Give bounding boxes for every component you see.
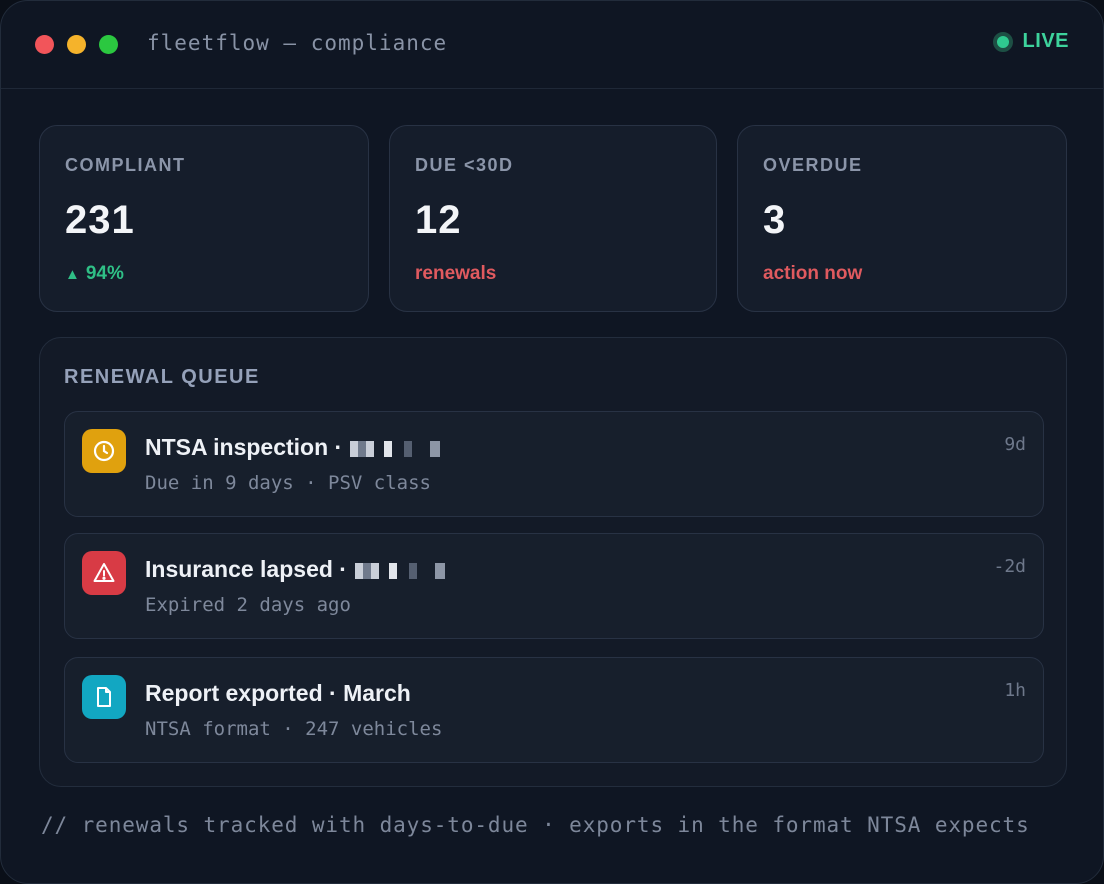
renewal-queue: RENEWAL QUEUE NTSA inspection · Due in 9… bbox=[39, 337, 1067, 787]
stat-value: 3 bbox=[763, 198, 787, 242]
document-icon bbox=[82, 675, 126, 719]
stat-label: OVERDUE bbox=[763, 155, 863, 175]
queue-item-title-text: Report exported · March bbox=[145, 680, 411, 706]
app-window: fleetflow — compliance LIVE COMPLIANT 23… bbox=[0, 0, 1104, 884]
close-window-button[interactable] bbox=[35, 35, 54, 54]
queue-item-title: NTSA inspection · bbox=[145, 434, 445, 461]
stat-trend: ▲ 94% bbox=[65, 263, 124, 285]
minimize-window-button[interactable] bbox=[67, 35, 86, 54]
queue-item-time: -2d bbox=[993, 556, 1026, 577]
queue-item-title-text: NTSA inspection · bbox=[145, 434, 343, 460]
stat-card-compliant: COMPLIANT 231 ▲ 94% bbox=[39, 125, 369, 312]
stat-card-overdue: OVERDUE 3 action now bbox=[737, 125, 1067, 312]
stat-label: COMPLIANT bbox=[65, 155, 186, 175]
stat-sub: action now bbox=[763, 263, 863, 284]
queue-item-time: 9d bbox=[1004, 434, 1026, 455]
stat-label: DUE <30D bbox=[415, 155, 514, 175]
queue-item-subtitle: Expired 2 days ago bbox=[145, 594, 351, 616]
stat-value: 12 bbox=[415, 198, 462, 242]
title-bar: fleetflow — compliance LIVE bbox=[1, 1, 1103, 89]
live-label: LIVE bbox=[1022, 30, 1069, 52]
queue-item[interactable]: Insurance lapsed · Expired 2 days ago -2… bbox=[64, 533, 1044, 639]
queue-item[interactable]: NTSA inspection · Due in 9 days · PSV cl… bbox=[64, 411, 1044, 517]
queue-item[interactable]: Report exported · March NTSA format · 24… bbox=[64, 657, 1044, 763]
stat-card-due: DUE <30D 12 renewals bbox=[389, 125, 717, 312]
stat-trend-value: 94% bbox=[85, 263, 124, 284]
live-status: LIVE bbox=[992, 30, 1069, 53]
queue-item-title-text: Insurance lapsed · bbox=[145, 556, 347, 582]
live-indicator-icon bbox=[992, 31, 1013, 52]
footer-comment: // renewals tracked with days-to-due · e… bbox=[41, 813, 1030, 837]
maximize-window-button[interactable] bbox=[99, 35, 118, 54]
trend-up-icon: ▲ bbox=[65, 266, 80, 283]
queue-item-subtitle: NTSA format · 247 vehicles bbox=[145, 718, 443, 740]
warning-icon bbox=[82, 551, 126, 595]
queue-item-title: Report exported · March bbox=[145, 680, 411, 707]
window-title: fleetflow — compliance bbox=[147, 31, 448, 55]
stat-sub: renewals bbox=[415, 263, 497, 284]
redacted-plate bbox=[346, 440, 445, 457]
queue-item-title: Insurance lapsed · bbox=[145, 556, 449, 583]
clock-icon bbox=[82, 429, 126, 473]
queue-item-subtitle: Due in 9 days · PSV class bbox=[145, 472, 431, 494]
queue-item-time: 1h bbox=[1004, 680, 1026, 701]
redacted-plate bbox=[350, 562, 449, 579]
queue-title: RENEWAL QUEUE bbox=[64, 366, 260, 388]
stat-value: 231 bbox=[65, 198, 135, 242]
